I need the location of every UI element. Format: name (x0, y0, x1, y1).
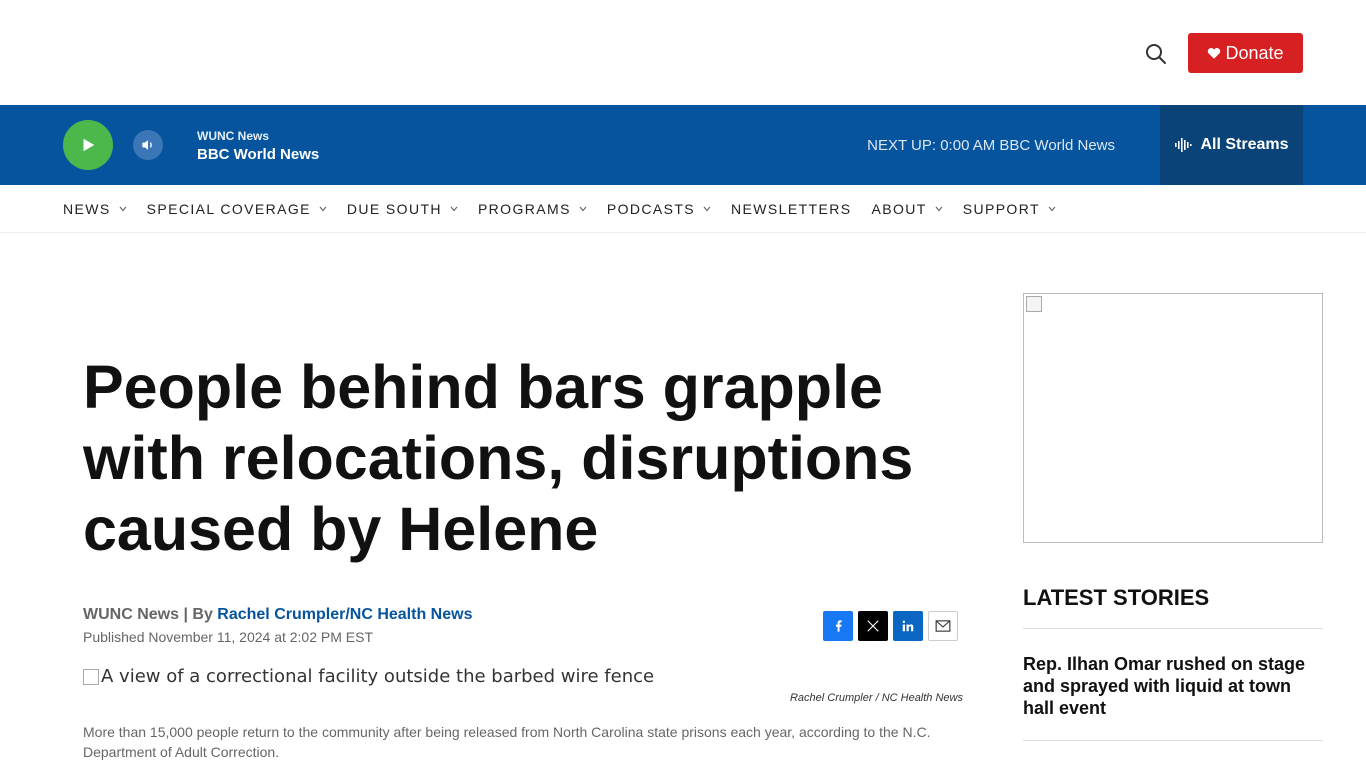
nav-item-label: PODCASTS (606, 200, 696, 217)
nav-item-special-coverage[interactable]: SPECIAL COVERAGE (147, 201, 327, 217)
nav-item-label: ABOUT (871, 200, 927, 217)
nav-item-label: PROGRAMS (477, 200, 571, 217)
linkedin-icon (902, 620, 914, 632)
volume-button[interactable] (133, 130, 163, 160)
byline-separator: | By (179, 606, 218, 623)
latest-story-link[interactable]: Rep. Ilhan Omar rushed on stage and spra… (1023, 653, 1323, 719)
byline: WUNC News | By Rachel Crumpler/NC Health… (83, 606, 472, 624)
author-link[interactable]: Rachel Crumpler/NC Health News (217, 606, 472, 623)
donate-label: Donate (1225, 42, 1284, 63)
station-name: WUNC News (197, 129, 270, 143)
chevron-down-icon (119, 206, 127, 211)
play-icon (83, 138, 95, 152)
email-share-button[interactable] (928, 611, 958, 641)
share-buttons (823, 611, 958, 641)
published-date: Published November 11, 2024 at 2:02 PM E… (83, 629, 374, 645)
credit-person: Rachel Crumpler (789, 692, 873, 704)
broken-image-icon (83, 668, 99, 685)
image-alt-text: A view of a correctional facility outsid… (101, 666, 655, 687)
article-headline: People behind bars grapple with relocati… (83, 353, 914, 563)
x-icon (867, 620, 879, 632)
nav-item-news[interactable]: NEWS (63, 201, 127, 217)
credit-org: NC Health News (881, 692, 963, 704)
top-header: Donate (0, 0, 1366, 105)
nav-item-support[interactable]: SUPPORT (963, 201, 1056, 217)
email-icon (935, 620, 951, 632)
image-credit: Rachel Crumpler / NC Health News (790, 692, 963, 704)
audio-wave-icon (1175, 138, 1193, 152)
facebook-share-button[interactable] (823, 611, 853, 641)
volume-icon (142, 140, 152, 150)
nav-item-label: NEWSLETTERS (731, 200, 852, 217)
x-share-button[interactable] (858, 611, 888, 641)
chevron-down-icon (450, 206, 458, 211)
nav-item-programs[interactable]: PROGRAMS (478, 201, 587, 217)
nav-item-podcasts[interactable]: PODCASTS (607, 201, 711, 217)
nav-item-label: SUPPORT (962, 200, 1040, 217)
article-image: A view of a correctional facility outsid… (83, 666, 654, 687)
all-streams-label: All Streams (1200, 136, 1289, 153)
nav-item-newsletters[interactable]: NEWSLETTERS (731, 201, 851, 217)
credit-separator: / (872, 692, 882, 704)
live-player-bar: WUNC News BBC World News NEXT UP: 0:00 A… (0, 105, 1366, 185)
chevron-down-icon (319, 206, 327, 211)
byline-source: WUNC News (83, 606, 180, 623)
nav-item-label: DUE SOUTH (346, 200, 442, 217)
nav-item-due-south[interactable]: DUE SOUTH (347, 201, 458, 217)
chevron-down-icon (1048, 206, 1056, 211)
chevron-down-icon (935, 206, 943, 211)
broken-image-icon (1026, 296, 1042, 312)
search-icon[interactable] (1144, 42, 1168, 66)
article-paragraph: More than 15,000 people return to the co… (83, 724, 931, 760)
play-button[interactable] (63, 120, 113, 170)
donate-button[interactable]: Donate (1188, 33, 1303, 73)
nav-item-about[interactable]: ABOUT (871, 200, 943, 217)
facebook-icon (835, 620, 842, 632)
ad-slot[interactable] (1023, 293, 1323, 543)
all-streams-button[interactable]: All Streams (1160, 105, 1303, 185)
divider (1023, 740, 1323, 741)
program-name: BBC World News (197, 146, 320, 163)
divider (1023, 628, 1323, 629)
linkedin-share-button[interactable] (893, 611, 923, 641)
chevron-down-icon (579, 206, 587, 211)
nav-item-label: NEWS (63, 200, 111, 217)
chevron-down-icon (703, 206, 711, 211)
heart-icon (1208, 47, 1221, 59)
nav-item-label: SPECIAL COVERAGE (146, 200, 311, 217)
main-nav: NEWS SPECIAL COVERAGE DUE SOUTH PROGRAMS… (0, 185, 1366, 233)
next-up-text: NEXT UP: 0:00 AM BBC World News (867, 137, 1115, 154)
latest-stories-title: LATEST STORIES (1023, 585, 1210, 610)
